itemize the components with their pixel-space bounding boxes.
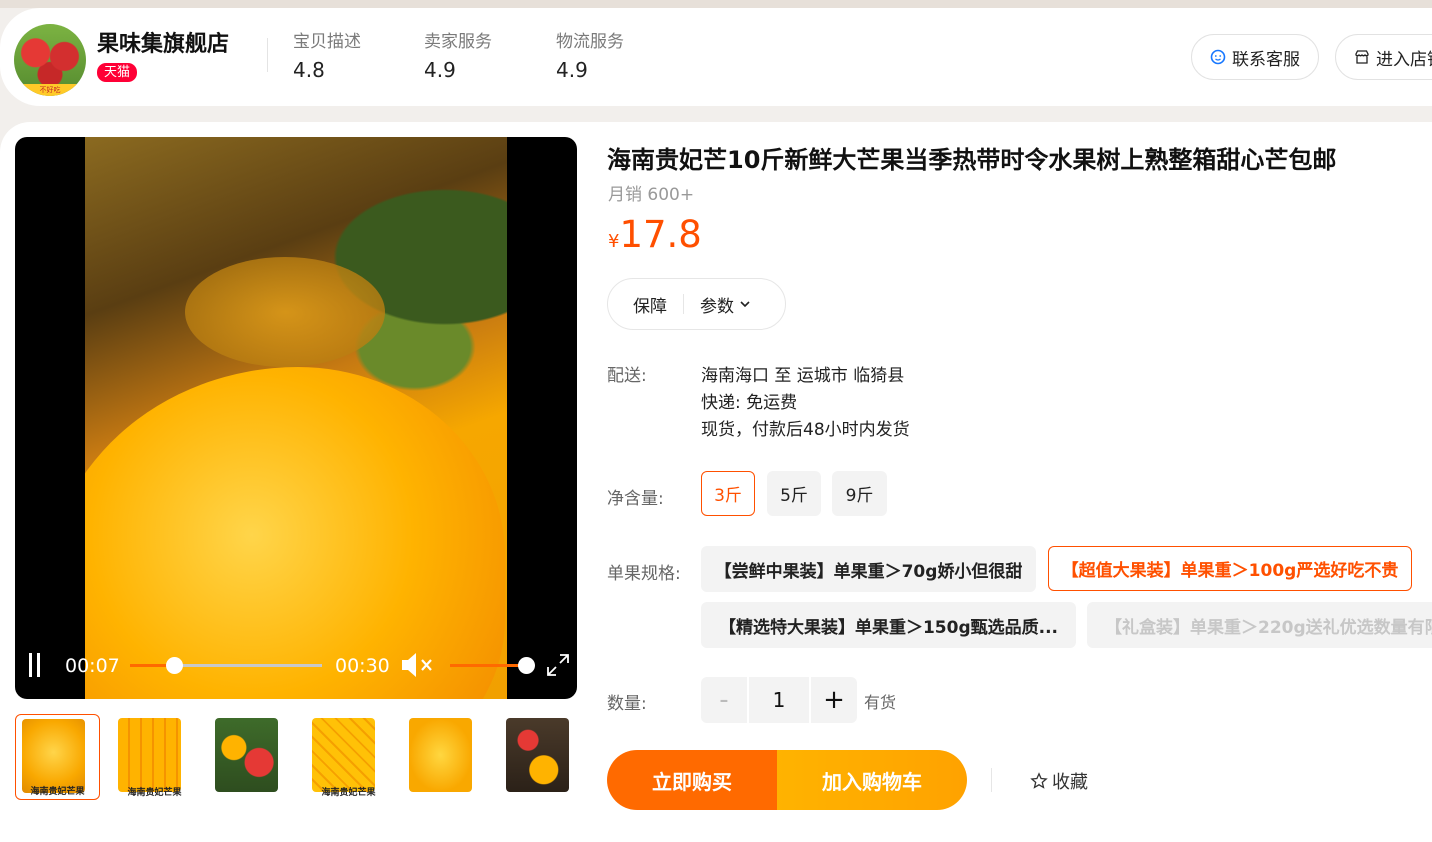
product-title: 海南贵妃芒10斤新鲜大芒果当季热带时令水果树上熟整箱甜心芒包邮: [607, 146, 1337, 174]
weight-label: 净含量:: [607, 489, 664, 509]
rating-label: 宝贝描述: [293, 32, 361, 52]
tmall-badge: 天猫: [97, 63, 138, 82]
buy-now-button[interactable]: 立即购买: [607, 750, 777, 810]
top-band: [0, 0, 1432, 8]
fullscreen-icon[interactable]: [545, 652, 571, 678]
thumbnail[interactable]: 海南贵妃芒果: [15, 714, 100, 800]
rating-description: 宝贝描述 4.8: [293, 27, 361, 82]
rating-service: 卖家服务 4.9: [424, 27, 492, 82]
product-video[interactable]: 00:07 00:30: [15, 137, 577, 699]
weight-option[interactable]: 3斤: [701, 471, 755, 516]
shop-avatar[interactable]: 不好吃: [14, 24, 86, 96]
thumbnail[interactable]: [403, 714, 488, 800]
favorite-button[interactable]: 收藏: [1030, 768, 1088, 794]
action-divider: [991, 768, 992, 792]
enter-store-label: 进入店铺: [1376, 49, 1432, 70]
price-value: 17.8: [619, 213, 702, 256]
volume-fill: [450, 664, 526, 667]
spec-option[interactable]: 【尝鲜中果装】单果重＞70g娇小但很甜: [701, 546, 1036, 592]
shop-divider: [267, 38, 268, 72]
thumbnail-image: [118, 718, 181, 792]
rating-logistics: 物流服务 4.9: [556, 27, 624, 82]
thumbnail-image: [506, 718, 569, 792]
info-tabs: 保障 参数: [607, 278, 786, 330]
video-progress-knob[interactable]: [165, 657, 183, 674]
rating-value: 4.9: [424, 58, 456, 82]
video-controls: 00:07 00:30: [15, 635, 577, 699]
shipping-dispatch: 现货，付款后48小时内发货: [701, 420, 910, 440]
spec-label: 单果规格:: [607, 564, 681, 584]
tab-params[interactable]: 参数: [700, 292, 734, 317]
star-icon: [1030, 772, 1048, 789]
spec-option[interactable]: 【超值大果装】单果重＞100g严选好吃不贵: [1048, 546, 1412, 591]
thumbnail-strip: 海南贵妃芒果 海南贵妃芒果 海南贵妃芒果: [15, 714, 585, 800]
volume-knob[interactable]: [517, 657, 535, 674]
thumbnail-caption: 海南贵妃芒果: [30, 787, 85, 797]
video-current-time: 00:07: [65, 655, 120, 677]
enter-store-button[interactable]: 进入店铺: [1335, 34, 1432, 80]
rating-value: 4.8: [293, 58, 325, 82]
customer-service-icon: [1210, 49, 1226, 65]
mango-background: [185, 257, 385, 367]
stock-status: 有货: [864, 693, 897, 712]
pause-icon[interactable]: [27, 653, 43, 677]
shipping-route[interactable]: 海南海口 至 运城市 临猗县: [701, 361, 904, 386]
weight-option[interactable]: 9斤: [832, 471, 887, 516]
shop-header: 不好吃 果味集旗舰店 天猫 宝贝描述 4.8 卖家服务 4.9 物流服务 4.9…: [0, 8, 1432, 106]
shipping-label: 配送:: [607, 366, 647, 386]
shipping-express: 快递: 免运费: [701, 393, 798, 413]
thumbnail-image: [215, 718, 278, 792]
quantity-increase-button[interactable]: +: [811, 677, 857, 723]
rating-value: 4.9: [556, 58, 588, 82]
price-currency: ¥: [608, 231, 620, 252]
tab-divider: [683, 294, 684, 314]
thumbnail[interactable]: [209, 714, 294, 800]
spec-option[interactable]: 【精选特大果装】单果重＞150g甄选品质...: [701, 602, 1076, 648]
quantity-input[interactable]: [749, 677, 809, 723]
volume-slider[interactable]: [450, 657, 535, 674]
shop-name[interactable]: 果味集旗舰店: [97, 26, 229, 58]
thumbnail-image: [312, 718, 375, 792]
thumbnail[interactable]: 海南贵妃芒果: [112, 714, 197, 800]
thumbnail-image: [22, 719, 85, 793]
weight-option[interactable]: 5斤: [767, 471, 821, 516]
contact-service-button[interactable]: 联系客服: [1191, 34, 1319, 80]
spec-option-disabled: 【礼盒装】单果重＞220g送礼优选数量有限: [1087, 602, 1432, 648]
chevron-down-icon[interactable]: [738, 297, 752, 311]
monthly-sales: 月销 600+: [608, 185, 695, 205]
product-price: ¥17.8: [608, 213, 702, 256]
favorite-label: 收藏: [1052, 772, 1088, 793]
thumbnail-caption: 海南贵妃芒果: [127, 788, 182, 798]
quantity-decrease-button[interactable]: -: [701, 677, 747, 723]
rating-label: 物流服务: [556, 32, 624, 52]
mute-icon[interactable]: [400, 650, 436, 680]
video-duration: 00:30: [335, 655, 390, 677]
tab-guarantee[interactable]: 保障: [633, 292, 667, 317]
add-to-cart-button[interactable]: 加入购物车: [777, 750, 967, 810]
store-icon: [1355, 50, 1369, 64]
thumbnail[interactable]: 海南贵妃芒果: [306, 714, 391, 800]
video-progress-bar[interactable]: [130, 657, 322, 674]
thumbnail[interactable]: [500, 714, 585, 800]
shop-avatar-tag: 不好吃: [18, 84, 82, 96]
thumbnail-caption: 海南贵妃芒果: [321, 788, 376, 798]
contact-service-label: 联系客服: [1232, 49, 1300, 70]
quantity-label: 数量:: [607, 694, 647, 714]
rating-label: 卖家服务: [424, 32, 492, 52]
thumbnail-image: [409, 718, 472, 792]
video-frame: [85, 137, 507, 699]
